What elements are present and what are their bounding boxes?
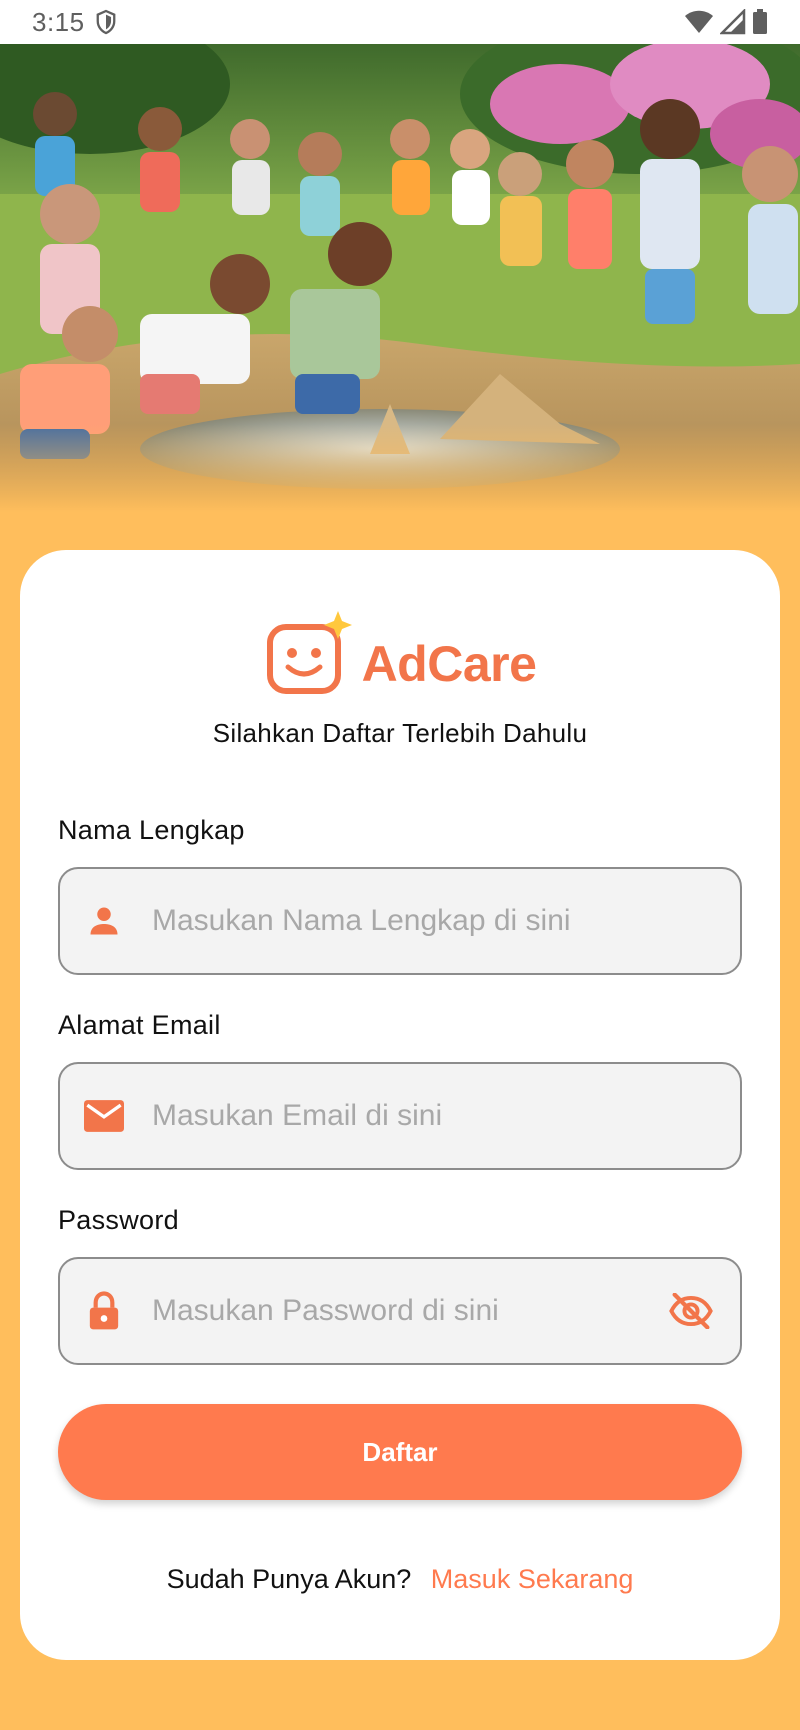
smiley-star-icon: [266, 611, 352, 694]
login-question: Sudah Punya Akun?: [166, 1564, 412, 1594]
full-name-input[interactable]: [152, 904, 714, 938]
hero-image: [0, 44, 800, 512]
mail-icon: [84, 1096, 124, 1136]
email-label: Alamat Email: [58, 1010, 221, 1040]
login-prompt: Sudah Punya Akun? Masuk Sekarang: [20, 1564, 780, 1595]
full-name-field[interactable]: [58, 867, 742, 975]
wifi-icon: [685, 10, 713, 33]
person-icon: [84, 901, 124, 941]
lock-icon: [84, 1291, 124, 1331]
status-bar: 3:15: [0, 0, 800, 44]
children-playing-image: [0, 44, 800, 512]
password-label: Password: [58, 1205, 179, 1235]
status-icons: [684, 9, 768, 35]
battery-icon: [753, 9, 767, 34]
signal-icon: [720, 9, 746, 35]
password-input[interactable]: [152, 1294, 668, 1328]
full-name-label: Nama Lengkap: [58, 815, 245, 845]
email-input[interactable]: [152, 1099, 714, 1133]
eye-off-icon[interactable]: [668, 1291, 714, 1331]
register-card: AdCare Silahkan Daftar Terlebih Dahulu N…: [20, 550, 780, 1660]
brand-name: AdCare: [361, 636, 537, 692]
page-subtitle: Silahkan Daftar Terlebih Dahulu: [212, 718, 588, 748]
status-time: 3:15: [32, 6, 85, 37]
brand-logo: AdCare: [20, 608, 780, 698]
login-link[interactable]: Masuk Sekarang: [431, 1564, 634, 1594]
register-button[interactable]: Daftar: [58, 1404, 742, 1500]
shield-icon: [96, 9, 116, 35]
password-field[interactable]: [58, 1257, 742, 1365]
email-field[interactable]: [58, 1062, 742, 1170]
